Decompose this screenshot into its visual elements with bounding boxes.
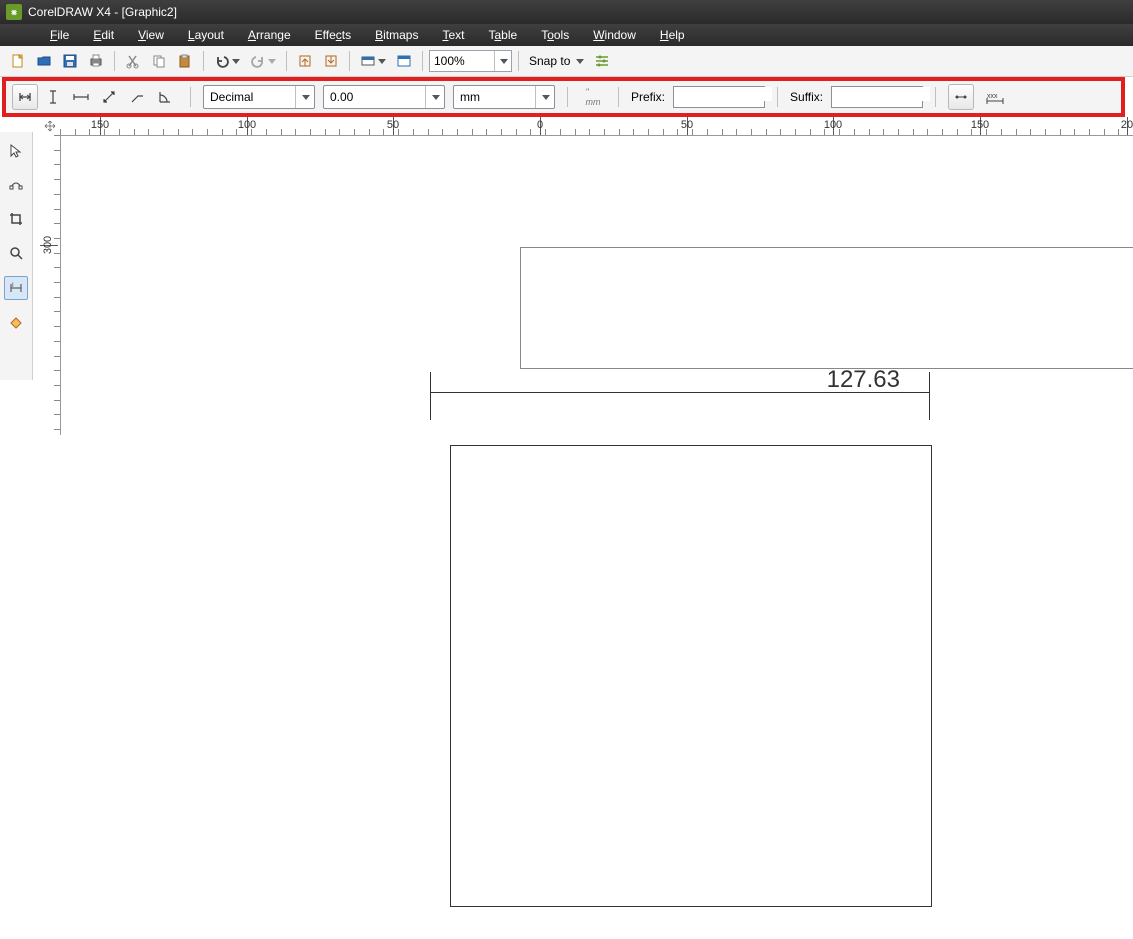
menu-arrange[interactable]: Arrange	[238, 26, 301, 44]
suffix-input-wrap	[831, 86, 923, 108]
open-button[interactable]	[32, 49, 56, 73]
crop-tool[interactable]	[5, 208, 27, 230]
dimension-style-combobox[interactable]: Decimal	[203, 85, 315, 109]
dynamic-dimensioning-button[interactable]	[948, 84, 974, 110]
suffix-input[interactable]	[832, 87, 930, 101]
prefix-input-wrap	[673, 86, 765, 108]
menu-help[interactable]: Help	[650, 26, 695, 44]
dimension-units-value: mm	[454, 90, 486, 104]
property-bar: Decimal 0.00 mm "mm Prefix: Suffix: xxx	[2, 77, 1125, 117]
welcome-screen-button[interactable]	[392, 49, 416, 73]
menu-table[interactable]: Table	[478, 26, 527, 44]
standard-toolbar: Snap to	[0, 46, 1133, 77]
shape-tool[interactable]	[5, 174, 27, 196]
menu-text[interactable]: Text	[432, 26, 474, 44]
new-button[interactable]	[6, 49, 30, 73]
dimension-precision-value: 0.00	[324, 90, 359, 104]
ruler-origin-corner[interactable]	[40, 117, 61, 136]
horizontal-ruler[interactable]: 1501005005010015020	[60, 117, 1133, 136]
callout-tool-button[interactable]	[124, 84, 150, 110]
import-button[interactable]	[293, 49, 317, 73]
dimension-tool[interactable]: I	[4, 276, 28, 300]
dimension-style-dropdown-icon[interactable]	[295, 86, 314, 108]
title-bar: ⨳ CorelDRAW X4 - [Graphic2]	[0, 0, 1133, 24]
slanted-dimension-tool-button[interactable]	[96, 84, 122, 110]
paste-button[interactable]	[173, 49, 197, 73]
undo-button[interactable]	[210, 49, 244, 73]
zoom-level-input[interactable]	[430, 54, 494, 68]
print-button[interactable]	[84, 49, 108, 73]
vertical-dimension-tool-button[interactable]	[40, 84, 66, 110]
options-button[interactable]	[590, 49, 614, 73]
redo-dropdown-icon[interactable]	[268, 59, 276, 64]
snap-to-label: Snap to	[529, 54, 570, 68]
pick-tool[interactable]	[5, 140, 27, 162]
auto-dimension-tool-button[interactable]	[12, 84, 38, 110]
menu-layout[interactable]: Layout	[178, 26, 234, 44]
copy-button[interactable]	[147, 49, 171, 73]
smart-fill-tool[interactable]	[5, 312, 27, 334]
prefix-label: Prefix:	[631, 90, 665, 104]
dimension-style-value: Decimal	[204, 90, 259, 104]
app-launcher-button[interactable]	[356, 49, 390, 73]
angular-dimension-tool-button[interactable]	[152, 84, 178, 110]
dimension-units-combobox[interactable]: mm	[453, 85, 555, 109]
app-launcher-dropdown-icon[interactable]	[378, 59, 386, 64]
save-button[interactable]	[58, 49, 82, 73]
snap-dropdown-icon[interactable]	[576, 59, 584, 64]
show-units-button[interactable]: "mm	[580, 84, 606, 110]
svg-text:xxx: xxx	[987, 93, 998, 100]
undo-dropdown-icon[interactable]	[232, 59, 240, 64]
toolbox: I	[0, 132, 33, 380]
menu-tools[interactable]: Tools	[531, 26, 579, 44]
menu-window[interactable]: Window	[583, 26, 646, 44]
zoom-dropdown-icon[interactable]	[494, 51, 511, 71]
zoom-tool[interactable]	[5, 242, 27, 264]
suffix-label: Suffix:	[790, 90, 823, 104]
menu-bar: File Edit View Layout Arrange Effects Bi…	[0, 24, 1133, 46]
dimension-precision-dropdown-icon[interactable]	[425, 86, 444, 108]
snap-to-dropdown[interactable]: Snap to	[525, 54, 588, 68]
redo-button[interactable]	[246, 49, 280, 73]
app-title: CorelDRAW X4 - [Graphic2]	[28, 5, 177, 19]
dimension-type-group	[12, 84, 178, 110]
menu-effects[interactable]: Effects	[305, 26, 361, 44]
vertical-ruler[interactable]: 300	[40, 135, 61, 435]
menu-edit[interactable]: Edit	[83, 26, 124, 44]
workspace: I 1501005005010015020 300	[0, 117, 1133, 939]
horizontal-dimension-tool-button[interactable]	[68, 84, 94, 110]
cut-button[interactable]	[121, 49, 145, 73]
dimension-units-dropdown-icon[interactable]	[535, 86, 554, 108]
menu-bitmaps[interactable]: Bitmaps	[365, 26, 428, 44]
menu-file[interactable]: File	[40, 26, 79, 44]
zoom-level-combobox[interactable]	[429, 50, 512, 72]
export-button[interactable]	[319, 49, 343, 73]
text-position-dropdown-button[interactable]: xxx	[982, 84, 1008, 110]
drawing-page	[520, 247, 1133, 369]
dimension-precision-combobox[interactable]: 0.00	[323, 85, 445, 109]
menu-view[interactable]: View	[128, 26, 174, 44]
prefix-input[interactable]	[674, 87, 772, 101]
app-icon: ⨳	[6, 4, 22, 20]
